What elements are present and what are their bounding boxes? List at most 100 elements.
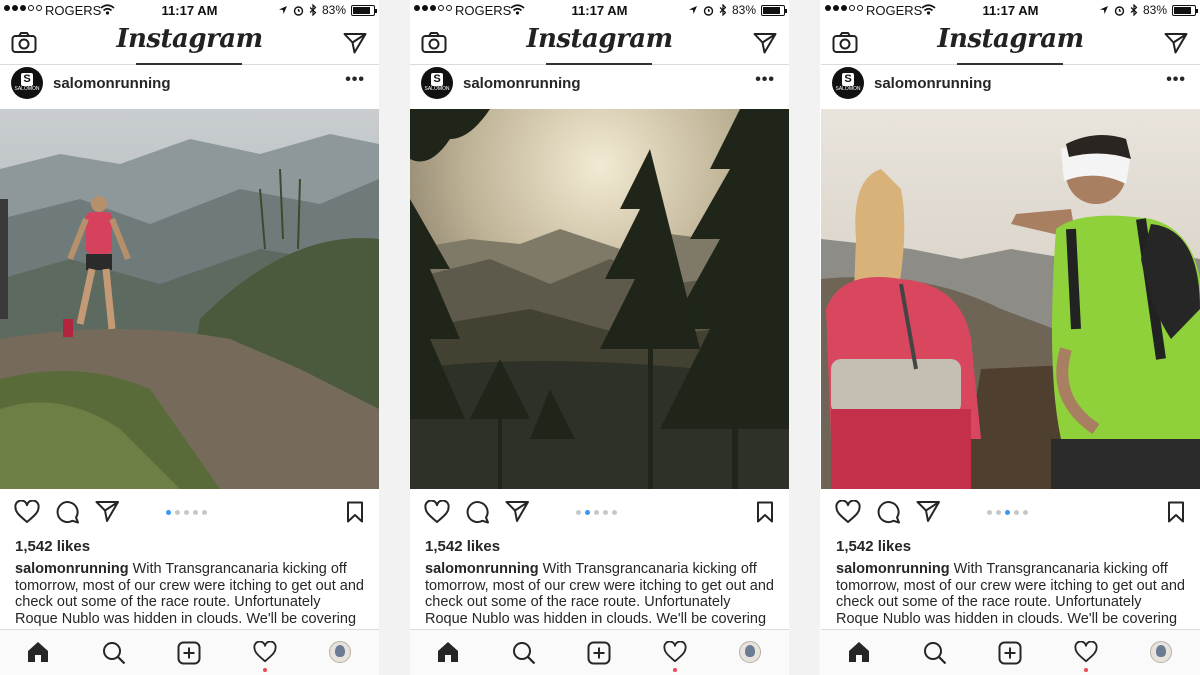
add-post-icon[interactable] <box>587 641 611 665</box>
share-icon[interactable] <box>916 500 941 523</box>
logo-underline <box>957 63 1063 65</box>
status-bar: ROGERS 11:17 AM 83% <box>821 0 1200 22</box>
carousel-dot <box>612 510 617 515</box>
notification-dot <box>263 668 267 672</box>
bluetooth-icon <box>1130 4 1138 16</box>
bluetooth-icon <box>309 4 317 16</box>
paper-plane-icon[interactable] <box>1164 32 1188 54</box>
activity-heart-icon[interactable] <box>1074 641 1098 663</box>
home-icon[interactable] <box>436 641 460 663</box>
carousel-indicator <box>987 510 1028 515</box>
activity-heart-icon[interactable] <box>663 641 687 663</box>
post-header: S SALOMON salomonrunning ••• <box>0 66 379 109</box>
carousel-dot <box>1005 510 1010 515</box>
phone-screen-2: ROGERS 11:17 AM 83% Instagram S SALOMON … <box>410 0 789 675</box>
alarm-icon <box>293 5 304 16</box>
profile-avatar[interactable] <box>329 641 351 663</box>
sunset-pines-photo <box>410 109 789 489</box>
instagram-logo[interactable]: Instagram <box>410 24 789 54</box>
caption-username[interactable]: salomonrunning <box>836 561 950 577</box>
battery-percent: 83% <box>1142 3 1167 17</box>
post-actions <box>821 498 1200 530</box>
post-caption: salomonrunning With Transgrancanaria kic… <box>425 561 777 627</box>
instagram-logo[interactable]: Instagram <box>0 24 379 54</box>
post-photo[interactable] <box>821 109 1200 489</box>
carousel-indicator <box>576 510 617 515</box>
paper-plane-icon[interactable] <box>753 32 777 54</box>
avatar[interactable]: S SALOMON <box>832 67 864 99</box>
post-actions <box>0 498 379 530</box>
post-username[interactable]: salomonrunning <box>463 75 581 92</box>
notification-dot <box>673 668 677 672</box>
caption-username[interactable]: salomonrunning <box>425 561 539 577</box>
search-icon[interactable] <box>512 641 536 665</box>
home-icon[interactable] <box>26 641 50 663</box>
top-nav-bar: Instagram <box>0 22 379 65</box>
bookmark-icon[interactable] <box>346 501 364 523</box>
paper-plane-icon[interactable] <box>343 32 367 54</box>
profile-tab[interactable] <box>739 641 761 663</box>
bookmark-icon[interactable] <box>1167 501 1185 523</box>
carousel-dot <box>175 510 180 515</box>
top-nav-bar: Instagram <box>821 22 1200 65</box>
profile-avatar[interactable] <box>739 641 761 663</box>
avatar[interactable]: S SALOMON <box>421 67 453 99</box>
location-icon <box>1099 6 1108 14</box>
profile-tab[interactable] <box>329 641 351 663</box>
heart-icon[interactable] <box>424 500 450 524</box>
profile-tab[interactable] <box>1150 641 1172 663</box>
caption-username[interactable]: salomonrunning <box>15 561 129 577</box>
more-options-icon[interactable]: ••• <box>345 71 365 89</box>
heart-icon[interactable] <box>835 500 861 524</box>
post-actions <box>410 498 789 530</box>
home-icon[interactable] <box>847 641 871 663</box>
profile-avatar[interactable] <box>1150 641 1172 663</box>
status-bar: ROGERS 11:17 AM 83% <box>0 0 379 22</box>
add-post-icon[interactable] <box>998 641 1022 665</box>
carousel-dot <box>594 510 599 515</box>
bookmark-icon[interactable] <box>756 501 774 523</box>
post-caption: salomonrunning With Transgrancanaria kic… <box>15 561 367 627</box>
battery-icon <box>1172 4 1198 16</box>
search-icon[interactable] <box>923 641 947 665</box>
bottom-tab-bar <box>410 629 789 675</box>
battery-icon <box>761 4 787 16</box>
likes-count[interactable]: 1,542 likes <box>15 538 90 555</box>
screen-gap <box>379 0 410 675</box>
battery-percent: 83% <box>321 3 346 17</box>
instagram-logo[interactable]: Instagram <box>821 24 1200 54</box>
carousel-dot <box>585 510 590 515</box>
battery-icon <box>351 4 377 16</box>
heart-icon[interactable] <box>14 500 40 524</box>
comment-icon[interactable] <box>55 500 80 524</box>
location-icon <box>278 6 287 14</box>
post-username[interactable]: salomonrunning <box>53 75 171 92</box>
more-options-icon[interactable]: ••• <box>1166 71 1186 89</box>
post-caption: salomonrunning With Transgrancanaria kic… <box>836 561 1188 627</box>
phone-screen-1: ROGERS 11:17 AM 83% Instagram S SALOMON … <box>0 0 379 675</box>
logo-underline <box>546 63 652 65</box>
carousel-dot <box>1014 510 1019 515</box>
add-post-icon[interactable] <box>177 641 201 665</box>
likes-count[interactable]: 1,542 likes <box>836 538 911 555</box>
search-icon[interactable] <box>102 641 126 665</box>
comment-icon[interactable] <box>876 500 901 524</box>
post-photo[interactable] <box>410 109 789 489</box>
share-icon[interactable] <box>505 500 530 523</box>
bottom-tab-bar <box>0 629 379 675</box>
avatar[interactable]: S SALOMON <box>11 67 43 99</box>
carousel-dot <box>166 510 171 515</box>
phone-screen-3: ROGERS 11:17 AM 83% Instagram S SALOMON … <box>821 0 1200 675</box>
comment-icon[interactable] <box>465 500 490 524</box>
carousel-dot <box>576 510 581 515</box>
carousel-dot <box>987 510 992 515</box>
more-options-icon[interactable]: ••• <box>755 71 775 89</box>
notification-dot <box>1084 668 1088 672</box>
trail-runner-photo <box>0 109 379 489</box>
share-icon[interactable] <box>95 500 120 523</box>
activity-heart-icon[interactable] <box>253 641 277 663</box>
post-photo[interactable] <box>0 109 379 489</box>
post-username[interactable]: salomonrunning <box>874 75 992 92</box>
likes-count[interactable]: 1,542 likes <box>425 538 500 555</box>
carousel-dot <box>184 510 189 515</box>
